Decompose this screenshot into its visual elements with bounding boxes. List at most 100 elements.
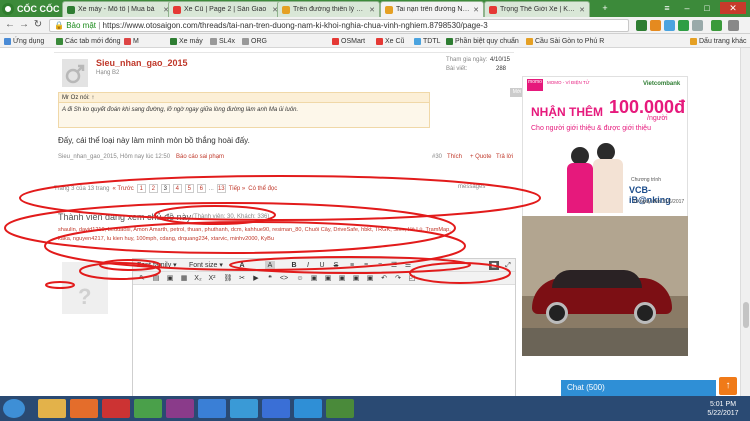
bookmark-tdtl[interactable]: TDTL (414, 36, 441, 46)
remove-format-icon[interactable]: ✎ (137, 274, 147, 283)
strike-icon[interactable]: S (331, 261, 341, 270)
bookmark-other[interactable]: Dấu trang khác (690, 36, 746, 46)
numbered-list-icon[interactable]: ☰ (403, 261, 413, 270)
scroll-to-top-button[interactable]: ↑ (719, 377, 737, 395)
office-icon[interactable] (70, 399, 98, 418)
subscript-icon[interactable]: X₂ (193, 274, 203, 283)
superscript-icon[interactable]: X² (207, 274, 217, 283)
like-link[interactable]: Thích (447, 154, 462, 160)
underline-icon[interactable]: U (317, 261, 327, 270)
highlight-icon[interactable]: A (265, 261, 275, 270)
bold-icon[interactable]: B (289, 261, 299, 270)
ad-banner-momo[interactable]: momo MOMO - VÍ ĐIỆN TỬ Vietcombank NHẬN … (522, 76, 688, 236)
quote-author[interactable]: Mr Oz nói: ↑ (59, 93, 429, 103)
bookmark-apps[interactable]: Ứng dụng (4, 36, 44, 46)
coccoc-logo[interactable]: CỐC CỐC (2, 2, 60, 15)
bookmark-org[interactable]: ORG (242, 36, 267, 46)
text-color-icon[interactable]: A (237, 261, 247, 270)
new-tab-icon[interactable]: + (598, 2, 612, 14)
extension-icon[interactable] (678, 20, 689, 31)
bookmark-xe-may[interactable]: Xe máy (170, 36, 203, 46)
forward-icon[interactable]: → (18, 19, 30, 31)
extension-icon[interactable] (636, 20, 647, 31)
link-icon[interactable]: ⛓ (223, 274, 233, 283)
spoiler-icon[interactable]: ▣ (337, 274, 347, 283)
browser-tab-1[interactable]: Xe máy - Mô tô | Mua bá ✕ (62, 1, 174, 17)
page-link-1[interactable]: 1 (136, 184, 146, 193)
page-link-last[interactable]: 13 (216, 184, 226, 193)
align-center-icon[interactable]: ≡ (361, 261, 371, 270)
page-link-5[interactable]: 5 (184, 184, 194, 193)
scrollbar-thumb[interactable] (743, 302, 749, 328)
post-number[interactable]: #30 (432, 154, 442, 160)
redo-icon[interactable]: ↷ (393, 274, 403, 283)
attach-icon[interactable]: ▣ (365, 274, 375, 283)
reload-icon[interactable]: ↻ (32, 19, 44, 31)
more-icon[interactable] (728, 20, 739, 31)
back-icon[interactable]: ← (4, 19, 16, 31)
unlink-icon[interactable]: ✂ (237, 274, 247, 283)
browser-tab-5[interactable]: Trọng Thế Giới Xe | Khác ✕ (484, 1, 590, 17)
font-size-select[interactable]: Font size ▾ (189, 261, 229, 270)
page-link-current[interactable]: 3 (160, 184, 170, 193)
start-button-icon[interactable] (3, 399, 25, 418)
paste-icon[interactable]: ▤ (151, 274, 161, 283)
undo-icon[interactable]: ↶ (379, 274, 389, 283)
quote-link[interactable]: + Quote (470, 154, 492, 160)
viewers-list-line-2[interactable]: kaka, nguyen4217, lu kien huy, 100mph, c… (58, 236, 520, 242)
menu-icon[interactable]: ≡ (660, 2, 674, 14)
page-scrollbar[interactable] (740, 48, 750, 396)
paint-icon[interactable] (166, 399, 194, 418)
quote-icon[interactable]: ❝ (265, 274, 275, 283)
bookmark-gmail[interactable]: M (124, 36, 139, 46)
close-tab-icon[interactable]: ✕ (369, 6, 375, 14)
close-window-icon[interactable]: ✕ (720, 2, 746, 14)
browser-tab-3[interactable]: Trên đường thiên lý và cả ✕ (277, 1, 380, 17)
teamviewer-icon[interactable] (262, 399, 290, 418)
prev-page-link[interactable]: « Trước (112, 186, 133, 192)
bookmark-osmart[interactable]: OSMart (332, 36, 365, 46)
italic-icon[interactable]: I (303, 261, 313, 270)
ad-banner-car[interactable] (522, 216, 688, 356)
table-icon[interactable]: ▦ (179, 274, 189, 283)
bookmark-xe-cu[interactable]: Xe Cũ (376, 36, 404, 46)
system-clock[interactable]: 5:01 PM 5/22/2017 (700, 400, 746, 418)
next-page-link[interactable]: Tiếp » (229, 186, 245, 192)
fullscreen-icon[interactable]: ⤢ (503, 261, 513, 270)
reply-link[interactable]: Trả lời (496, 154, 513, 160)
media-player-icon[interactable] (102, 399, 130, 418)
coccoc-taskbar-icon[interactable] (326, 399, 354, 418)
close-tab-icon[interactable]: ✕ (473, 6, 479, 14)
font-family-select[interactable]: Font family ▾ (137, 261, 183, 270)
vpn-icon[interactable] (198, 399, 226, 418)
report-link[interactable]: Báo cáo sai phạm (176, 154, 224, 160)
extension-icon[interactable] (650, 20, 661, 31)
minimize-icon[interactable]: – (680, 2, 694, 14)
viewers-list-line-1[interactable]: shaulin, david1210, beudaosi, Amon Amart… (58, 227, 520, 233)
reply-editor[interactable]: Font family ▾ Font size ▾ A A B I U S ≡ … (132, 258, 516, 396)
page-link-2[interactable]: 2 (148, 184, 158, 193)
download-icon[interactable] (711, 20, 722, 31)
unread-link[interactable]: Có thể đọc (248, 186, 277, 192)
maximize-icon[interactable]: □ (700, 2, 714, 14)
extension-icon[interactable] (692, 20, 703, 31)
bookmark-cau-sai-gon[interactable]: Cầu Sài Gòn to Phú R (526, 36, 604, 46)
code-icon[interactable]: <> (279, 274, 289, 283)
image-icon[interactable]: ▣ (165, 274, 175, 283)
media-icon[interactable]: ▶ (251, 274, 261, 283)
file-explorer-icon[interactable] (38, 399, 66, 418)
browser-tab-4-active[interactable]: Tai nạn trên đường Nam t ✕ (380, 1, 484, 17)
bookmark-recent-tabs[interactable]: Các tab mới đóng (56, 36, 121, 46)
zalo-icon[interactable] (294, 399, 322, 418)
page-link-6[interactable]: 6 (196, 184, 206, 193)
extension-icon[interactable] (664, 20, 675, 31)
image-upload-icon[interactable]: ▣ (309, 274, 319, 283)
url-input[interactable]: 🔒 Bảo mật | https://www.otosaigon.com/th… (49, 19, 629, 32)
bullet-list-icon[interactable]: ☰ (389, 261, 399, 270)
page-link-4[interactable]: 4 (172, 184, 182, 193)
smiley-icon[interactable]: ☺ (295, 274, 305, 283)
close-tab-icon[interactable]: ✕ (579, 6, 585, 14)
chat-bar[interactable]: Chat (500) (561, 380, 716, 396)
bookmark-sl4x[interactable]: SL4x (210, 36, 235, 46)
telegram-icon[interactable] (230, 399, 258, 418)
